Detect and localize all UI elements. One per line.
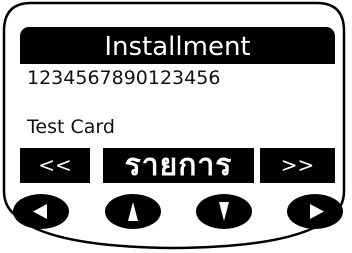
card-label: Test Card <box>27 116 115 138</box>
softkey-list[interactable]: รายการ <box>103 148 254 183</box>
nav-left-button[interactable] <box>12 193 70 230</box>
nav-right-button[interactable] <box>286 193 344 230</box>
screen-title: Installment <box>20 27 335 64</box>
card-number: 1234567890123456 <box>27 67 221 89</box>
nav-up-button[interactable] <box>104 193 162 230</box>
softkey-previous[interactable]: << <box>20 148 90 183</box>
lcd-screen: Installment 1234567890123456 Test Card <… <box>20 27 335 183</box>
softkey-next[interactable]: >> <box>260 148 335 183</box>
terminal-device: Installment 1234567890123456 Test Card <… <box>1 1 347 250</box>
nav-down-button[interactable] <box>195 193 253 230</box>
